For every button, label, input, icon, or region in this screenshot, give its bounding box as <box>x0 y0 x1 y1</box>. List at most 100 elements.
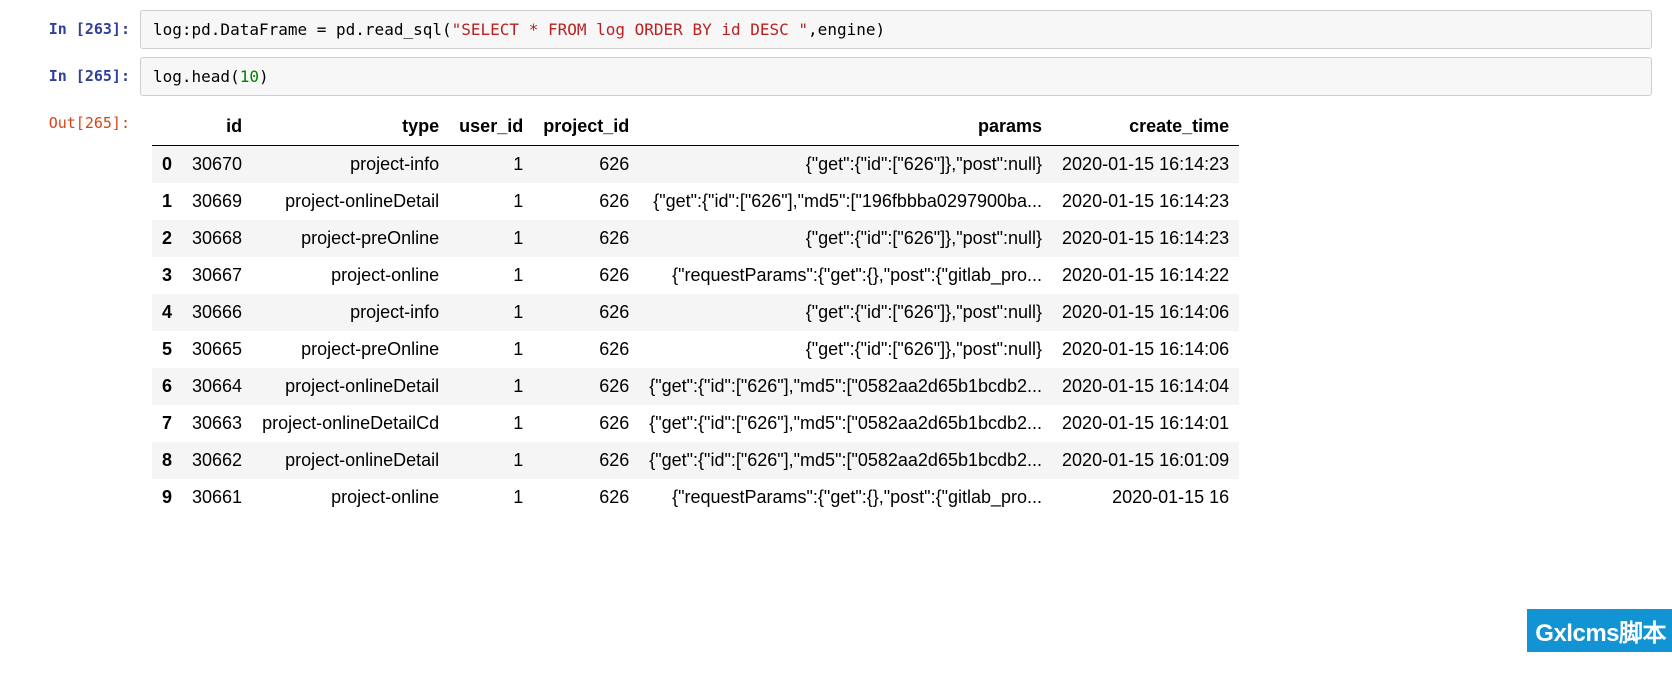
table-header-create-time: create_time <box>1052 108 1239 146</box>
table-row: 030670project-info1626{"get":{"id":["626… <box>152 146 1239 184</box>
cell-id: 30665 <box>182 331 252 368</box>
cell-id: 30668 <box>182 220 252 257</box>
cell-type: project-preOnline <box>252 220 449 257</box>
code-text: ,engine) <box>808 20 885 39</box>
cell-create_time: 2020-01-15 16:14:23 <box>1052 183 1239 220</box>
cell-user_id: 1 <box>449 294 533 331</box>
cell-type: project-onlineDetail <box>252 183 449 220</box>
cell-project_id: 626 <box>533 405 639 442</box>
cell-type: project-preOnline <box>252 331 449 368</box>
cell-user_id: 1 <box>449 183 533 220</box>
row-index: 4 <box>152 294 182 331</box>
cell-in-263: In [263]: log:pd.DataFrame = pd.read_sql… <box>20 10 1652 49</box>
prompt-out-265: Out[265]: <box>20 104 140 132</box>
code-input-263[interactable]: log:pd.DataFrame = pd.read_sql("SELECT *… <box>140 10 1652 49</box>
code-text: log:pd.DataFrame = pd.read_sql( <box>153 20 452 39</box>
row-index: 7 <box>152 405 182 442</box>
cell-type: project-online <box>252 257 449 294</box>
table-row: 630664project-onlineDetail1626{"get":{"i… <box>152 368 1239 405</box>
cell-create_time: 2020-01-15 16:14:06 <box>1052 331 1239 368</box>
cell-params: {"get":{"id":["626"],"md5":["0582aa2d65b… <box>639 405 1052 442</box>
row-index: 8 <box>152 442 182 479</box>
cell-create_time: 2020-01-15 16:14:06 <box>1052 294 1239 331</box>
cell-params: {"requestParams":{"get":{},"post":{"gitl… <box>639 479 1052 516</box>
dataframe-table: id type user_id project_id params create… <box>152 108 1239 516</box>
cell-type: project-info <box>252 146 449 184</box>
table-header-id: id <box>182 108 252 146</box>
row-index: 0 <box>152 146 182 184</box>
prompt-in-265: In [265]: <box>20 57 140 85</box>
cell-project_id: 626 <box>533 220 639 257</box>
cell-type: project-info <box>252 294 449 331</box>
cell-user_id: 1 <box>449 442 533 479</box>
cell-project_id: 626 <box>533 257 639 294</box>
cell-params: {"requestParams":{"get":{},"post":{"gitl… <box>639 257 1052 294</box>
code-string: "SELECT * FROM log ORDER BY id DESC " <box>452 20 808 39</box>
table-header-params: params <box>639 108 1052 146</box>
code-number: 10 <box>240 67 259 86</box>
row-index: 5 <box>152 331 182 368</box>
cell-type: project-onlineDetailCd <box>252 405 449 442</box>
table-row: 730663project-onlineDetailCd1626{"get":{… <box>152 405 1239 442</box>
table-header-project-id: project_id <box>533 108 639 146</box>
cell-user_id: 1 <box>449 331 533 368</box>
cell-params: {"get":{"id":["626"]},"post":null} <box>639 146 1052 184</box>
code-text: ) <box>259 67 269 86</box>
cell-params: {"get":{"id":["626"],"md5":["0582aa2d65b… <box>639 368 1052 405</box>
table-row: 830662project-onlineDetail1626{"get":{"i… <box>152 442 1239 479</box>
cell-params: {"get":{"id":["626"]},"post":null} <box>639 331 1052 368</box>
cell-project_id: 626 <box>533 146 639 184</box>
cell-create_time: 2020-01-15 16 <box>1052 479 1239 516</box>
cell-create_time: 2020-01-15 16:14:23 <box>1052 146 1239 184</box>
cell-id: 30664 <box>182 368 252 405</box>
output-area-265: id type user_id project_id params create… <box>140 104 1652 516</box>
cell-create_time: 2020-01-15 16:01:09 <box>1052 442 1239 479</box>
cell-create_time: 2020-01-15 16:14:23 <box>1052 220 1239 257</box>
table-header-index <box>152 108 182 146</box>
table-row: 230668project-preOnline1626{"get":{"id":… <box>152 220 1239 257</box>
cell-params: {"get":{"id":["626"]},"post":null} <box>639 294 1052 331</box>
cell-project_id: 626 <box>533 331 639 368</box>
cell-user_id: 1 <box>449 479 533 516</box>
cell-create_time: 2020-01-15 16:14:22 <box>1052 257 1239 294</box>
cell-id: 30661 <box>182 479 252 516</box>
cell-params: {"get":{"id":["626"]},"post":null} <box>639 220 1052 257</box>
cell-user_id: 1 <box>449 220 533 257</box>
table-header-type: type <box>252 108 449 146</box>
cell-id: 30662 <box>182 442 252 479</box>
cell-type: project-online <box>252 479 449 516</box>
watermark-badge: Gxlcms脚本 <box>1527 609 1672 652</box>
table-header-user-id: user_id <box>449 108 533 146</box>
cell-user_id: 1 <box>449 405 533 442</box>
row-index: 1 <box>152 183 182 220</box>
cell-user_id: 1 <box>449 257 533 294</box>
cell-id: 30670 <box>182 146 252 184</box>
cell-project_id: 626 <box>533 368 639 405</box>
cell-id: 30663 <box>182 405 252 442</box>
table-row: 130669project-onlineDetail1626{"get":{"i… <box>152 183 1239 220</box>
cell-in-265: In [265]: log.head(10) <box>20 57 1652 96</box>
cell-out-265: Out[265]: id type user_id project_id par… <box>20 104 1652 516</box>
row-index: 6 <box>152 368 182 405</box>
prompt-in-263: In [263]: <box>20 10 140 38</box>
cell-params: {"get":{"id":["626"],"md5":["196fbbba029… <box>639 183 1052 220</box>
code-text: log.head( <box>153 67 240 86</box>
cell-type: project-onlineDetail <box>252 368 449 405</box>
cell-user_id: 1 <box>449 368 533 405</box>
table-row: 330667project-online1626{"requestParams"… <box>152 257 1239 294</box>
cell-project_id: 626 <box>533 442 639 479</box>
cell-id: 30669 <box>182 183 252 220</box>
cell-type: project-onlineDetail <box>252 442 449 479</box>
cell-project_id: 626 <box>533 294 639 331</box>
code-input-265[interactable]: log.head(10) <box>140 57 1652 96</box>
cell-user_id: 1 <box>449 146 533 184</box>
row-index: 3 <box>152 257 182 294</box>
row-index: 2 <box>152 220 182 257</box>
cell-project_id: 626 <box>533 183 639 220</box>
table-row: 930661project-online1626{"requestParams"… <box>152 479 1239 516</box>
table-row: 530665project-preOnline1626{"get":{"id":… <box>152 331 1239 368</box>
cell-id: 30667 <box>182 257 252 294</box>
table-header-row: id type user_id project_id params create… <box>152 108 1239 146</box>
cell-create_time: 2020-01-15 16:14:01 <box>1052 405 1239 442</box>
cell-create_time: 2020-01-15 16:14:04 <box>1052 368 1239 405</box>
